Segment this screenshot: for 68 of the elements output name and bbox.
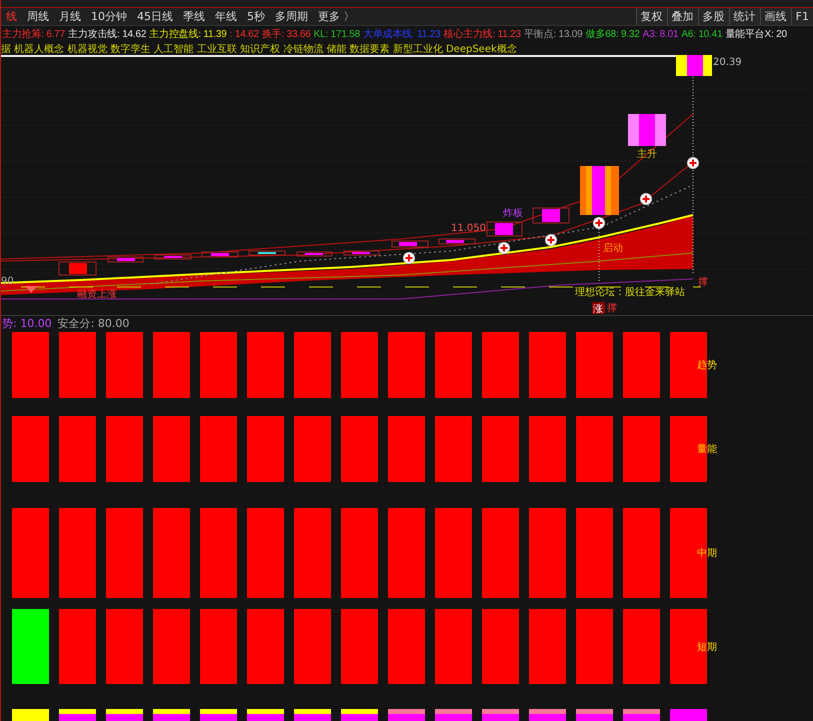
candle-drawing bbox=[580, 166, 619, 215]
indicator-value: 换手: 33.66 bbox=[262, 28, 311, 41]
toolbar-button[interactable]: 画线 bbox=[760, 8, 791, 25]
score-value: 安全分: 80.00 bbox=[58, 316, 130, 330]
candle-drawing bbox=[108, 256, 144, 262]
period-tab[interactable]: 周线 bbox=[22, 9, 54, 24]
plus-circle-icon bbox=[687, 157, 699, 169]
candle-drawing bbox=[532, 208, 570, 224]
toolbar-button[interactable]: 叠加 bbox=[666, 8, 698, 25]
indicator-value: 主力控盘线: 11.39 bbox=[149, 28, 227, 41]
indicator-value: A3: 8.01 bbox=[642, 28, 678, 40]
indicator-value: 主力抢筹: 6.77 bbox=[2, 28, 66, 41]
indicator-value: A6: 10.41 bbox=[681, 28, 722, 40]
indicator-value: KL: 171.58 bbox=[314, 28, 360, 40]
row-label: 短期 bbox=[697, 640, 717, 654]
indicator-value: 做多68: 9.32 bbox=[586, 28, 640, 41]
period-tab[interactable]: 多周期 bbox=[270, 9, 313, 24]
row-label: 量能 bbox=[697, 442, 717, 456]
signal-label: 融资上涨 bbox=[77, 289, 117, 300]
rise-badge: 涨 bbox=[592, 302, 605, 315]
candle-drawing bbox=[392, 240, 428, 248]
row-label: 趋势 bbox=[697, 358, 717, 372]
candle-drawing bbox=[344, 250, 380, 256]
plus-circle-icon bbox=[498, 242, 510, 254]
period-tab[interactable]: 年线 bbox=[210, 9, 242, 24]
candle-drawing bbox=[438, 238, 476, 244]
candle-drawing bbox=[676, 55, 712, 76]
axis-label: 90 bbox=[1, 276, 14, 287]
candle-drawing bbox=[486, 222, 522, 236]
period-tab[interactable]: 线 bbox=[1, 9, 22, 24]
plus-circle-icon bbox=[403, 252, 415, 264]
candle-drawing bbox=[248, 250, 286, 256]
indicator-value: : 14.62 bbox=[230, 28, 259, 40]
period-tab[interactable]: 45日线 bbox=[132, 9, 178, 24]
break-label: 炸板 bbox=[503, 208, 523, 219]
row-label: 中期 bbox=[697, 546, 717, 560]
stage-label: 主升 bbox=[637, 149, 657, 160]
period-tab[interactable]: 5秒 bbox=[242, 9, 270, 24]
period-tab[interactable]: 更多 〉 bbox=[313, 9, 360, 24]
plus-circle-icon bbox=[545, 234, 557, 246]
plus-circle-icon bbox=[593, 217, 605, 229]
candle-drawing bbox=[58, 262, 96, 276]
start-label: 启动 bbox=[603, 243, 623, 254]
support-mark: 撑 bbox=[607, 303, 617, 314]
triangle-marker-icon bbox=[25, 286, 37, 293]
candle-drawing bbox=[154, 254, 192, 260]
indicator-value: 核心主力线: 11.23 bbox=[443, 28, 521, 41]
score-value: 势: 10.00 bbox=[2, 316, 52, 330]
candle-drawing bbox=[202, 252, 238, 258]
concept-tags: 据 机器人概念 机器视觉 数字孪生 人工智能 工业互联 知识产权 冷链物流 储能 数据要素 新型工业化 DeepSeek概念 bbox=[1, 42, 517, 56]
period-tab[interactable]: 季线 bbox=[178, 9, 210, 24]
toolbar-button[interactable]: 复权 bbox=[636, 8, 667, 25]
price-label: 20.39 bbox=[713, 57, 742, 68]
indicator-value: 平衡点: 13.09 bbox=[524, 28, 583, 41]
candle-drawing bbox=[628, 114, 666, 146]
support-mark: 撑 bbox=[698, 277, 708, 288]
price-label: 11.050 bbox=[451, 223, 486, 234]
candle-drawing bbox=[296, 252, 332, 256]
indicator-value: 主力攻击线: 14.62 bbox=[68, 28, 146, 41]
forum-label: 理想论坛：股往金来驿站 bbox=[575, 287, 685, 298]
period-tab[interactable]: 月线 bbox=[54, 9, 86, 24]
indicator-value: 量能平台X: 20 bbox=[725, 28, 787, 41]
toolbar-button[interactable]: F1 bbox=[790, 8, 813, 25]
indicator-value: 大单成本线: 11.23 bbox=[363, 28, 440, 41]
toolbar-button[interactable]: 多股 bbox=[698, 8, 729, 25]
period-tab[interactable]: 10分钟 bbox=[86, 9, 132, 24]
toolbar-button[interactable]: 统计 bbox=[728, 8, 760, 25]
plus-circle-icon bbox=[640, 193, 652, 205]
